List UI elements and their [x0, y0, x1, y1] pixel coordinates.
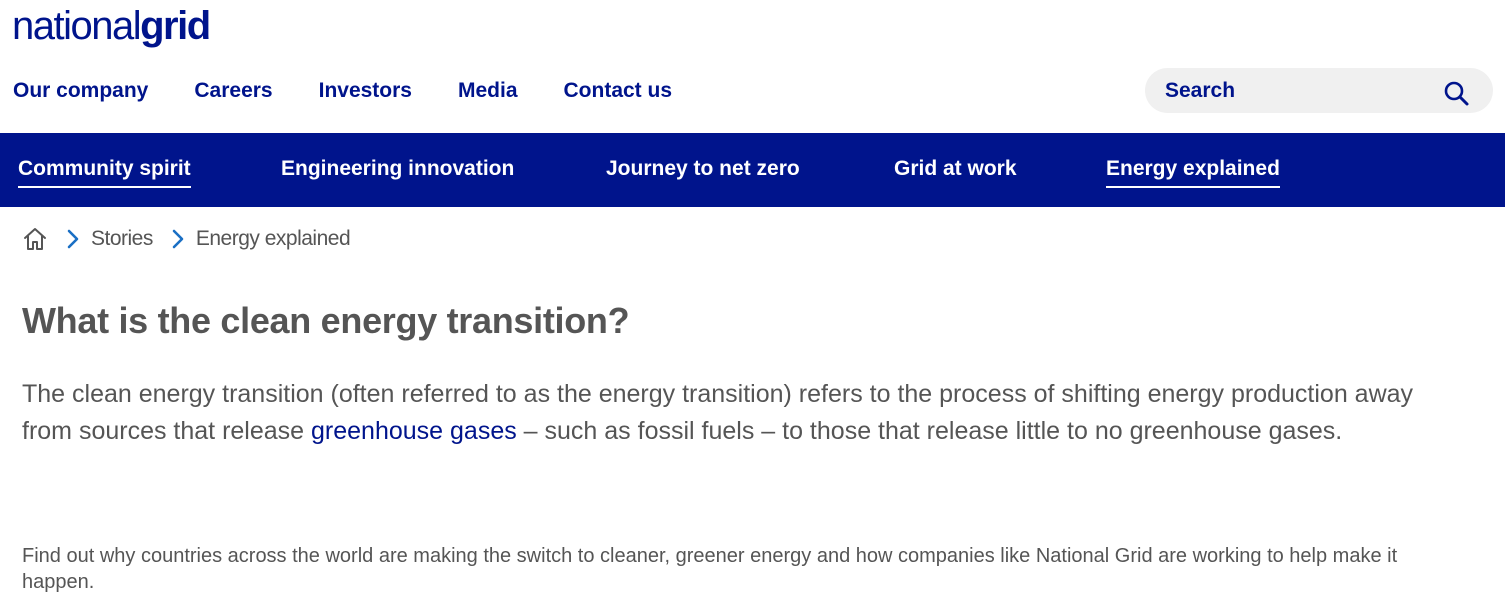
- top-navigation: Our company Careers Investors Media Cont…: [13, 77, 718, 105]
- top-nav-our-company[interactable]: Our company: [13, 77, 148, 105]
- top-nav-investors[interactable]: Investors: [319, 77, 412, 105]
- search-icon[interactable]: [1443, 80, 1471, 108]
- chevron-right-icon: [172, 229, 184, 249]
- section-navigation-bar: Community spirit Engineering innovation …: [0, 133, 1505, 207]
- sub-nav-journey-to-net-zero[interactable]: Journey to net zero: [606, 156, 800, 186]
- logo-text-national: national: [12, 4, 142, 48]
- breadcrumb-item-current: Energy explained: [195, 227, 351, 250]
- lead-text-after: – such as fossil fuels – to those that r…: [516, 416, 1343, 445]
- top-nav-media[interactable]: Media: [458, 77, 518, 105]
- top-nav-contact-us[interactable]: Contact us: [564, 77, 673, 105]
- sub-nav-energy-explained[interactable]: Energy explained: [1106, 156, 1280, 188]
- search-box[interactable]: Search: [1145, 68, 1493, 113]
- logo-text-grid: grid: [140, 4, 211, 48]
- sub-nav-engineering-innovation[interactable]: Engineering innovation: [281, 156, 514, 186]
- national-grid-logo[interactable]: nationalgrid: [12, 2, 211, 50]
- top-nav-careers[interactable]: Careers: [194, 77, 272, 105]
- breadcrumb-item-stories[interactable]: Stories: [91, 227, 153, 251]
- search-label: Search: [1165, 78, 1236, 102]
- article-body: Find out why countries across the world …: [22, 545, 1398, 593]
- greenhouse-gases-link[interactable]: greenhouse gases: [311, 417, 517, 445]
- chevron-right-icon: [67, 229, 79, 249]
- article-lead: The clean energy transition (often refer…: [22, 376, 1462, 449]
- page-title: What is the clean energy transition?: [22, 300, 630, 341]
- breadcrumb: Stories Energy explained: [22, 225, 351, 253]
- sub-nav-grid-at-work[interactable]: Grid at work: [894, 156, 1017, 186]
- home-icon[interactable]: [22, 226, 48, 252]
- sub-nav-community-spirit[interactable]: Community spirit: [18, 156, 191, 188]
